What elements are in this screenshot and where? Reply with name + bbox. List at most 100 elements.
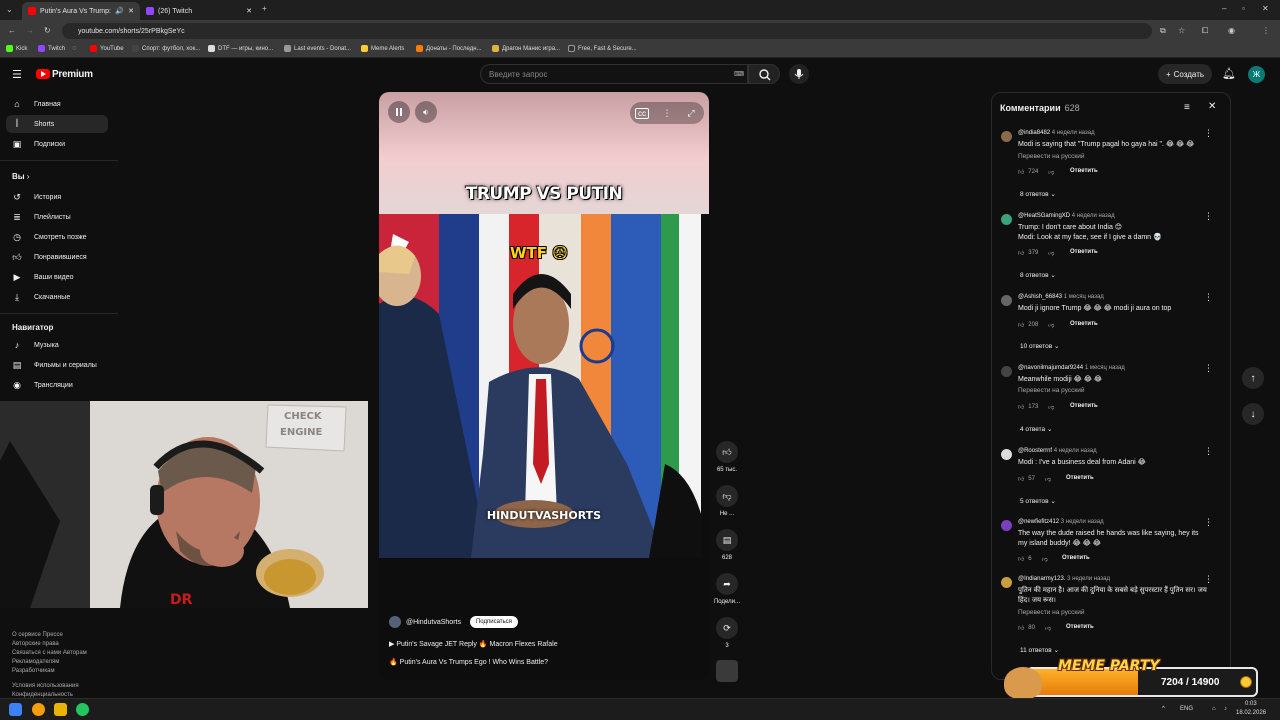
sidebar-item-shorts[interactable]: ꟾ Shorts bbox=[6, 115, 108, 133]
translate-link[interactable]: Перевести на русский bbox=[1018, 609, 1085, 616]
bookmark-item[interactable]: Донаты - Последн... bbox=[416, 45, 482, 52]
hamburger-menu-icon[interactable]: ☰ bbox=[12, 68, 22, 81]
reply-button[interactable]: Ответить bbox=[1066, 475, 1094, 481]
footer-link[interactable]: Авторские права bbox=[12, 641, 59, 647]
sidebar-item-watch-later[interactable]: ◷ Смотреть позже bbox=[6, 228, 108, 246]
tab-youtube[interactable]: Putin's Aura Vs Trump: 🔊 ✕ bbox=[22, 2, 140, 20]
footer-link[interactable]: Разработчикам bbox=[12, 668, 55, 674]
comment-avatar[interactable] bbox=[1001, 449, 1012, 460]
comment-more-icon[interactable]: ⋮ bbox=[1204, 211, 1213, 222]
tab-search-icon[interactable]: ⌄ bbox=[6, 5, 13, 14]
chrome-icon[interactable] bbox=[76, 703, 89, 716]
profile-icon[interactable]: ◉ bbox=[1228, 26, 1235, 35]
show-replies-button[interactable]: 4 ответа ⌄ bbox=[1020, 425, 1052, 433]
tab-close-icon[interactable]: ✕ bbox=[246, 7, 252, 15]
like-button[interactable]: 👍︎ bbox=[716, 441, 738, 463]
footer-link[interactable]: Связаться с нами Авторам bbox=[12, 650, 87, 656]
show-replies-button[interactable]: 10 ответов ⌄ bbox=[1020, 342, 1060, 350]
bookmark-item[interactable]: Twitch bbox=[38, 45, 65, 52]
thumbs-down-icon[interactable]: 👎︎ bbox=[1048, 168, 1054, 176]
install-icon[interactable]: ⧉ bbox=[1160, 26, 1166, 36]
bookmark-item[interactable]: Драгон Манис игра... bbox=[492, 45, 560, 52]
thumbs-up-icon[interactable]: 👍︎ bbox=[1018, 403, 1024, 411]
sidebar-item-home[interactable]: ⌂ Главная bbox=[6, 95, 108, 113]
back-icon[interactable]: ← bbox=[8, 26, 16, 35]
notifications-bell-icon[interactable]: 🔔︎ bbox=[1222, 67, 1236, 80]
create-button[interactable]: + Создать bbox=[1158, 64, 1212, 84]
tab-twitch[interactable]: (26) Twitch ✕ bbox=[140, 2, 258, 20]
thumbs-up-icon[interactable]: 👍︎ bbox=[1018, 321, 1024, 329]
reply-button[interactable]: Ответить bbox=[1070, 321, 1098, 327]
thumbs-down-icon[interactable]: 👎︎ bbox=[1042, 555, 1048, 563]
comment-author[interactable]: @Ashish_66843 bbox=[1018, 294, 1062, 300]
clock-date[interactable]: 18.02.2026 bbox=[1236, 710, 1266, 716]
extensions-icon[interactable]: ⧠ bbox=[1202, 26, 1208, 36]
sidebar-item-subscriptions[interactable]: ▣ Подписки bbox=[6, 135, 108, 153]
reply-button[interactable]: Ответить bbox=[1070, 403, 1098, 409]
reload-icon[interactable]: ↻ bbox=[44, 26, 51, 35]
thumbs-down-icon[interactable]: 👎︎ bbox=[1045, 475, 1051, 483]
menu-icon[interactable]: ⋮ bbox=[1262, 26, 1270, 35]
channel-name[interactable]: @HindutvaShorts bbox=[406, 619, 461, 626]
forward-icon[interactable]: → bbox=[26, 26, 34, 35]
previous-short-button[interactable]: ↑ bbox=[1242, 367, 1264, 389]
more-options-button[interactable]: ⋮ bbox=[656, 102, 678, 124]
maximize-icon[interactable]: ▫ bbox=[1242, 4, 1245, 13]
comment-avatar[interactable] bbox=[1001, 577, 1012, 588]
bookmark-item[interactable]: YouTube bbox=[90, 45, 124, 52]
sidebar-item-music[interactable]: ♪ Музыка bbox=[6, 336, 108, 354]
show-replies-button[interactable]: 8 ответов ⌄ bbox=[1020, 271, 1056, 279]
show-replies-button[interactable]: 8 ответов ⌄ bbox=[1020, 190, 1056, 198]
bookmark-star-icon[interactable]: ☆ bbox=[1178, 26, 1185, 35]
share-button[interactable]: ➦ bbox=[716, 573, 738, 595]
mute-icon[interactable]: 🔊 bbox=[115, 7, 124, 15]
sidebar-item-live[interactable]: ◉ Трансляции bbox=[6, 376, 108, 394]
keyboard-icon[interactable]: ⌨ bbox=[734, 70, 744, 78]
related-video-link[interactable]: 🔥 Putin's Aura Vs Trumps Ego ! Who Wins … bbox=[389, 658, 548, 666]
tray-chevron-icon[interactable]: ^ bbox=[1162, 706, 1165, 712]
comment-avatar[interactable] bbox=[1001, 520, 1012, 531]
reply-button[interactable]: Ответить bbox=[1070, 168, 1098, 174]
footer-link[interactable]: Рекламодателям bbox=[12, 659, 59, 665]
voice-search-button[interactable] bbox=[789, 64, 809, 84]
sidebar-item-downloads[interactable]: ⤓ Скачанные bbox=[6, 288, 108, 306]
dislike-button[interactable]: 👎︎ bbox=[716, 485, 738, 507]
bookmark-item[interactable]: Last events - Donat... bbox=[284, 45, 351, 52]
thumbs-down-icon[interactable]: 👎︎ bbox=[1048, 321, 1054, 329]
show-replies-button[interactable]: 11 ответов ⌄ bbox=[1020, 646, 1059, 654]
clock-time[interactable]: 0:03 bbox=[1245, 701, 1257, 707]
sidebar-item-playlists[interactable]: ≣ Плейлисты bbox=[6, 208, 108, 226]
subscribe-button[interactable]: Подписаться bbox=[469, 616, 518, 628]
thumbs-up-icon[interactable]: 👍︎ bbox=[1018, 249, 1024, 257]
window-close-icon[interactable]: ✕ bbox=[1262, 4, 1269, 13]
new-tab-icon[interactable]: + bbox=[262, 4, 267, 13]
tab-close-icon[interactable]: ✕ bbox=[128, 7, 134, 15]
fullscreen-button[interactable]: ⤢ bbox=[680, 102, 702, 124]
search-button[interactable] bbox=[748, 64, 780, 84]
youtube-logo-icon[interactable] bbox=[36, 69, 50, 79]
comment-more-icon[interactable]: ⋮ bbox=[1204, 363, 1213, 374]
thumbs-down-icon[interactable]: 👎︎ bbox=[1048, 249, 1054, 257]
bookmark-item[interactable]: Free, Fast & Secure... bbox=[568, 45, 637, 52]
shorts-player[interactable]: TRUMP VS PUTIN WTF 😥 HINDUTVASHORTS 🔉︎ c… bbox=[379, 92, 709, 680]
translate-link[interactable]: Перевести на русский bbox=[1018, 387, 1085, 394]
sound-thumbnail[interactable] bbox=[716, 660, 738, 682]
pause-button[interactable] bbox=[388, 101, 410, 123]
sidebar-item-history[interactable]: ↺ История bbox=[6, 188, 108, 206]
translate-link[interactable]: Перевести на русский bbox=[1018, 153, 1085, 160]
reply-button[interactable]: Ответить bbox=[1066, 624, 1094, 630]
comment-more-icon[interactable]: ⋮ bbox=[1204, 128, 1213, 139]
url-field[interactable]: youtube.com/shorts/25rPBkgSeYc bbox=[62, 23, 1152, 39]
language-indicator[interactable]: ENG bbox=[1180, 706, 1193, 712]
comment-more-icon[interactable]: ⋮ bbox=[1204, 574, 1213, 585]
bookmark-item[interactable]: Спорт: футбол, хок... bbox=[132, 45, 200, 52]
comment-more-icon[interactable]: ⋮ bbox=[1204, 446, 1213, 457]
comment-author[interactable]: @newfiefitz412 bbox=[1018, 519, 1059, 525]
related-video-link[interactable]: ▶ Putin's Savage JET Reply 🔥 Macron Flex… bbox=[389, 640, 558, 648]
channel-avatar[interactable] bbox=[389, 616, 401, 628]
sidebar-item-liked[interactable]: 👍︎ Понравившиеся bbox=[6, 248, 108, 266]
globe-icon[interactable]: ◌ bbox=[72, 45, 76, 52]
comment-author[interactable]: @Roosterrnf bbox=[1018, 448, 1052, 454]
bookmark-item[interactable]: Meme Alerts bbox=[361, 45, 404, 52]
comment-more-icon[interactable]: ⋮ bbox=[1204, 292, 1213, 303]
